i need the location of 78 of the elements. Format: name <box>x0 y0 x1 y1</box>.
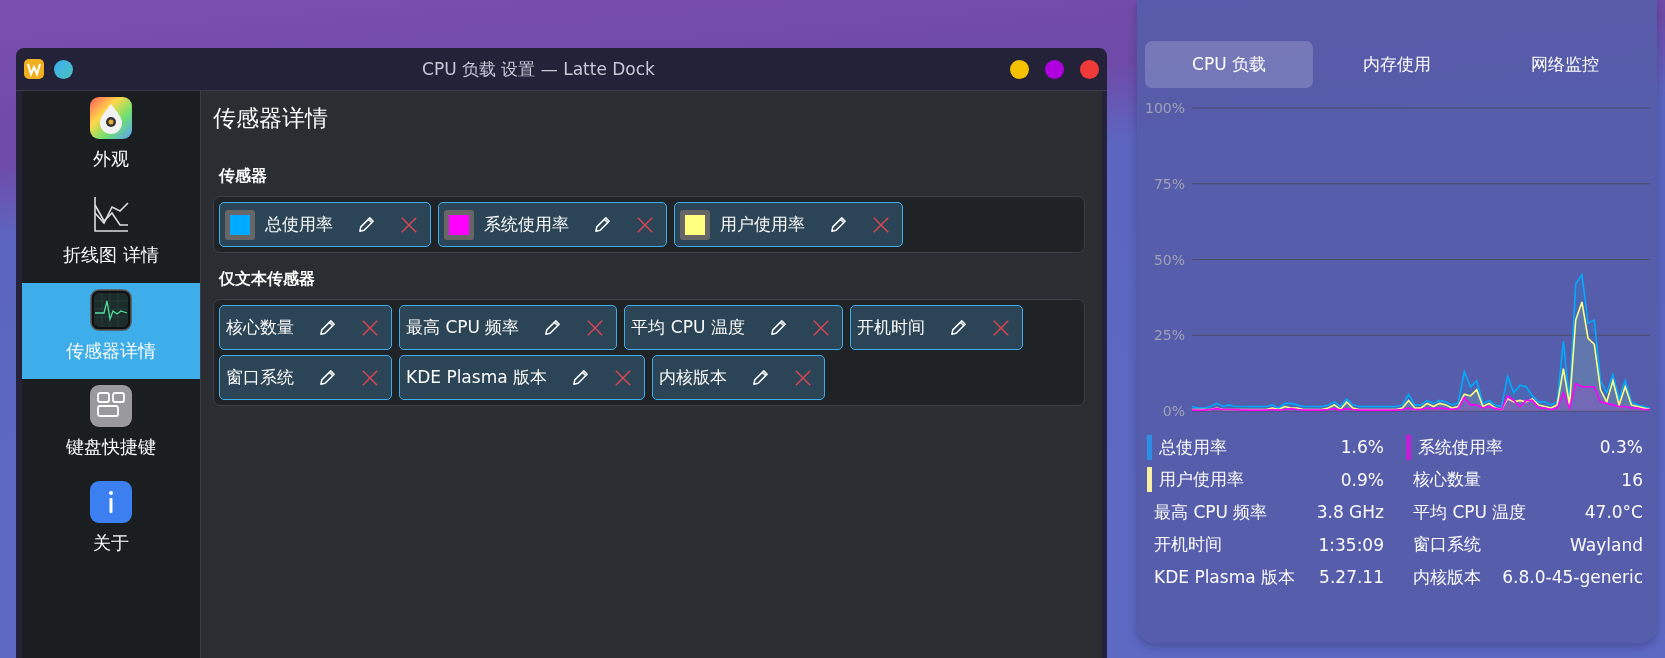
axis-tick-label: 100% <box>1145 100 1185 116</box>
legend-label: 最高 CPU 频率 <box>1154 500 1269 524</box>
color-swatch[interactable] <box>680 209 710 240</box>
section-title: 传感器 <box>219 166 268 187</box>
edit-icon[interactable] <box>948 318 968 337</box>
pin-button[interactable] <box>54 59 73 79</box>
sensor-chip[interactable]: 开机时间 <box>849 305 1023 350</box>
legend-label: 窗口系统 <box>1413 533 1482 557</box>
keyboard-shortcut-icon <box>90 385 132 427</box>
sidebar-item[interactable]: 折线图 详情 <box>22 187 200 283</box>
sensor-chip[interactable]: 平均 CPU 温度 <box>624 305 843 350</box>
sidebar-item[interactable]: 外观 <box>22 91 200 187</box>
page-title: 传感器详情 <box>213 104 329 133</box>
sensor-chip[interactable]: 最高 CPU 频率 <box>399 305 618 350</box>
remove-icon[interactable] <box>991 318 1010 337</box>
legend-value: 47.0°C <box>1584 502 1643 523</box>
legend-label: KDE Plasma 版本 <box>1154 565 1296 589</box>
sensor-chip[interactable]: KDE Plasma 版本 <box>399 355 645 400</box>
legend-label: 内核版本 <box>1413 565 1482 589</box>
edit-icon[interactable] <box>543 318 563 337</box>
legend-label: 平均 CPU 温度 <box>1413 500 1528 524</box>
edit-icon[interactable] <box>829 215 848 234</box>
legend-label: 开机时间 <box>1154 533 1223 557</box>
remove-icon[interactable] <box>361 318 379 337</box>
edit-icon[interactable] <box>593 215 612 234</box>
tab[interactable]: 内存使用 <box>1313 41 1481 88</box>
droplet-app-icon <box>90 97 132 139</box>
legend-label: 用户使用率 <box>1159 468 1245 492</box>
edit-icon[interactable] <box>768 318 788 337</box>
remove-icon[interactable] <box>614 368 632 387</box>
sensor-chip[interactable]: 总使用率 <box>219 202 431 247</box>
sidebar-item[interactable]: 键盘快捷键 <box>22 379 200 475</box>
legend-value: 16 <box>1621 469 1643 490</box>
legend-label: 总使用率 <box>1159 435 1228 459</box>
axis-tick-label: 25% <box>1153 327 1185 344</box>
remove-icon[interactable] <box>586 318 605 337</box>
edit-icon[interactable] <box>318 318 337 337</box>
remove-icon[interactable] <box>794 368 812 387</box>
sensor-chip[interactable]: 用户使用率 <box>674 202 903 247</box>
legend-value: 3.8 GHz <box>1316 502 1384 523</box>
legend-value: Wayland <box>1570 534 1643 555</box>
sensor-chip[interactable]: 系统使用率 <box>438 202 667 247</box>
sensor-chip[interactable]: 内核版本 <box>652 355 825 400</box>
edit-icon[interactable] <box>318 368 337 387</box>
sidebar-item[interactable]: 关于 <box>22 475 200 571</box>
color-swatch[interactable] <box>225 209 255 240</box>
heartbeat-monitor-icon <box>90 289 132 331</box>
legend-value: 5.27.11 <box>1319 567 1384 588</box>
axis-tick-label: 0% <box>1162 403 1185 419</box>
edit-icon[interactable] <box>751 368 770 387</box>
remove-icon[interactable] <box>400 215 418 234</box>
close-button[interactable] <box>1080 59 1099 79</box>
tab[interactable]: CPU 负载 <box>1145 41 1313 88</box>
legend-label: 系统使用率 <box>1418 435 1504 459</box>
sensor-chip[interactable]: 核心数量 <box>219 305 392 350</box>
remove-icon[interactable] <box>872 215 890 234</box>
legend-value: 0.9% <box>1340 469 1384 490</box>
section-title: 仅文本传感器 <box>219 269 316 290</box>
legend-label: 核心数量 <box>1413 468 1482 492</box>
maximize-button[interactable] <box>1045 59 1064 79</box>
axis-tick-label: 50% <box>1153 251 1185 268</box>
axis-tick-label: 75% <box>1153 175 1185 192</box>
app-icon <box>24 59 44 79</box>
info-icon <box>90 481 132 523</box>
edit-icon[interactable] <box>357 215 376 234</box>
remove-icon[interactable] <box>811 318 830 337</box>
legend-value: 1:35:09 <box>1318 534 1384 555</box>
tab[interactable]: 网络监控 <box>1481 41 1649 88</box>
color-swatch[interactable] <box>444 209 474 240</box>
minimize-button[interactable] <box>1010 59 1029 79</box>
sensor-chip[interactable]: 窗口系统 <box>219 355 392 400</box>
window-title: CPU 负载 设置 — Latte Dock <box>421 57 656 81</box>
legend-value: 6.8.0-45-generic <box>1502 567 1643 588</box>
remove-icon[interactable] <box>361 368 379 387</box>
legend-value: 0.3% <box>1599 437 1643 458</box>
edit-icon[interactable] <box>571 368 590 387</box>
legend-value: 1.6% <box>1340 437 1384 458</box>
remove-icon[interactable] <box>636 215 654 234</box>
